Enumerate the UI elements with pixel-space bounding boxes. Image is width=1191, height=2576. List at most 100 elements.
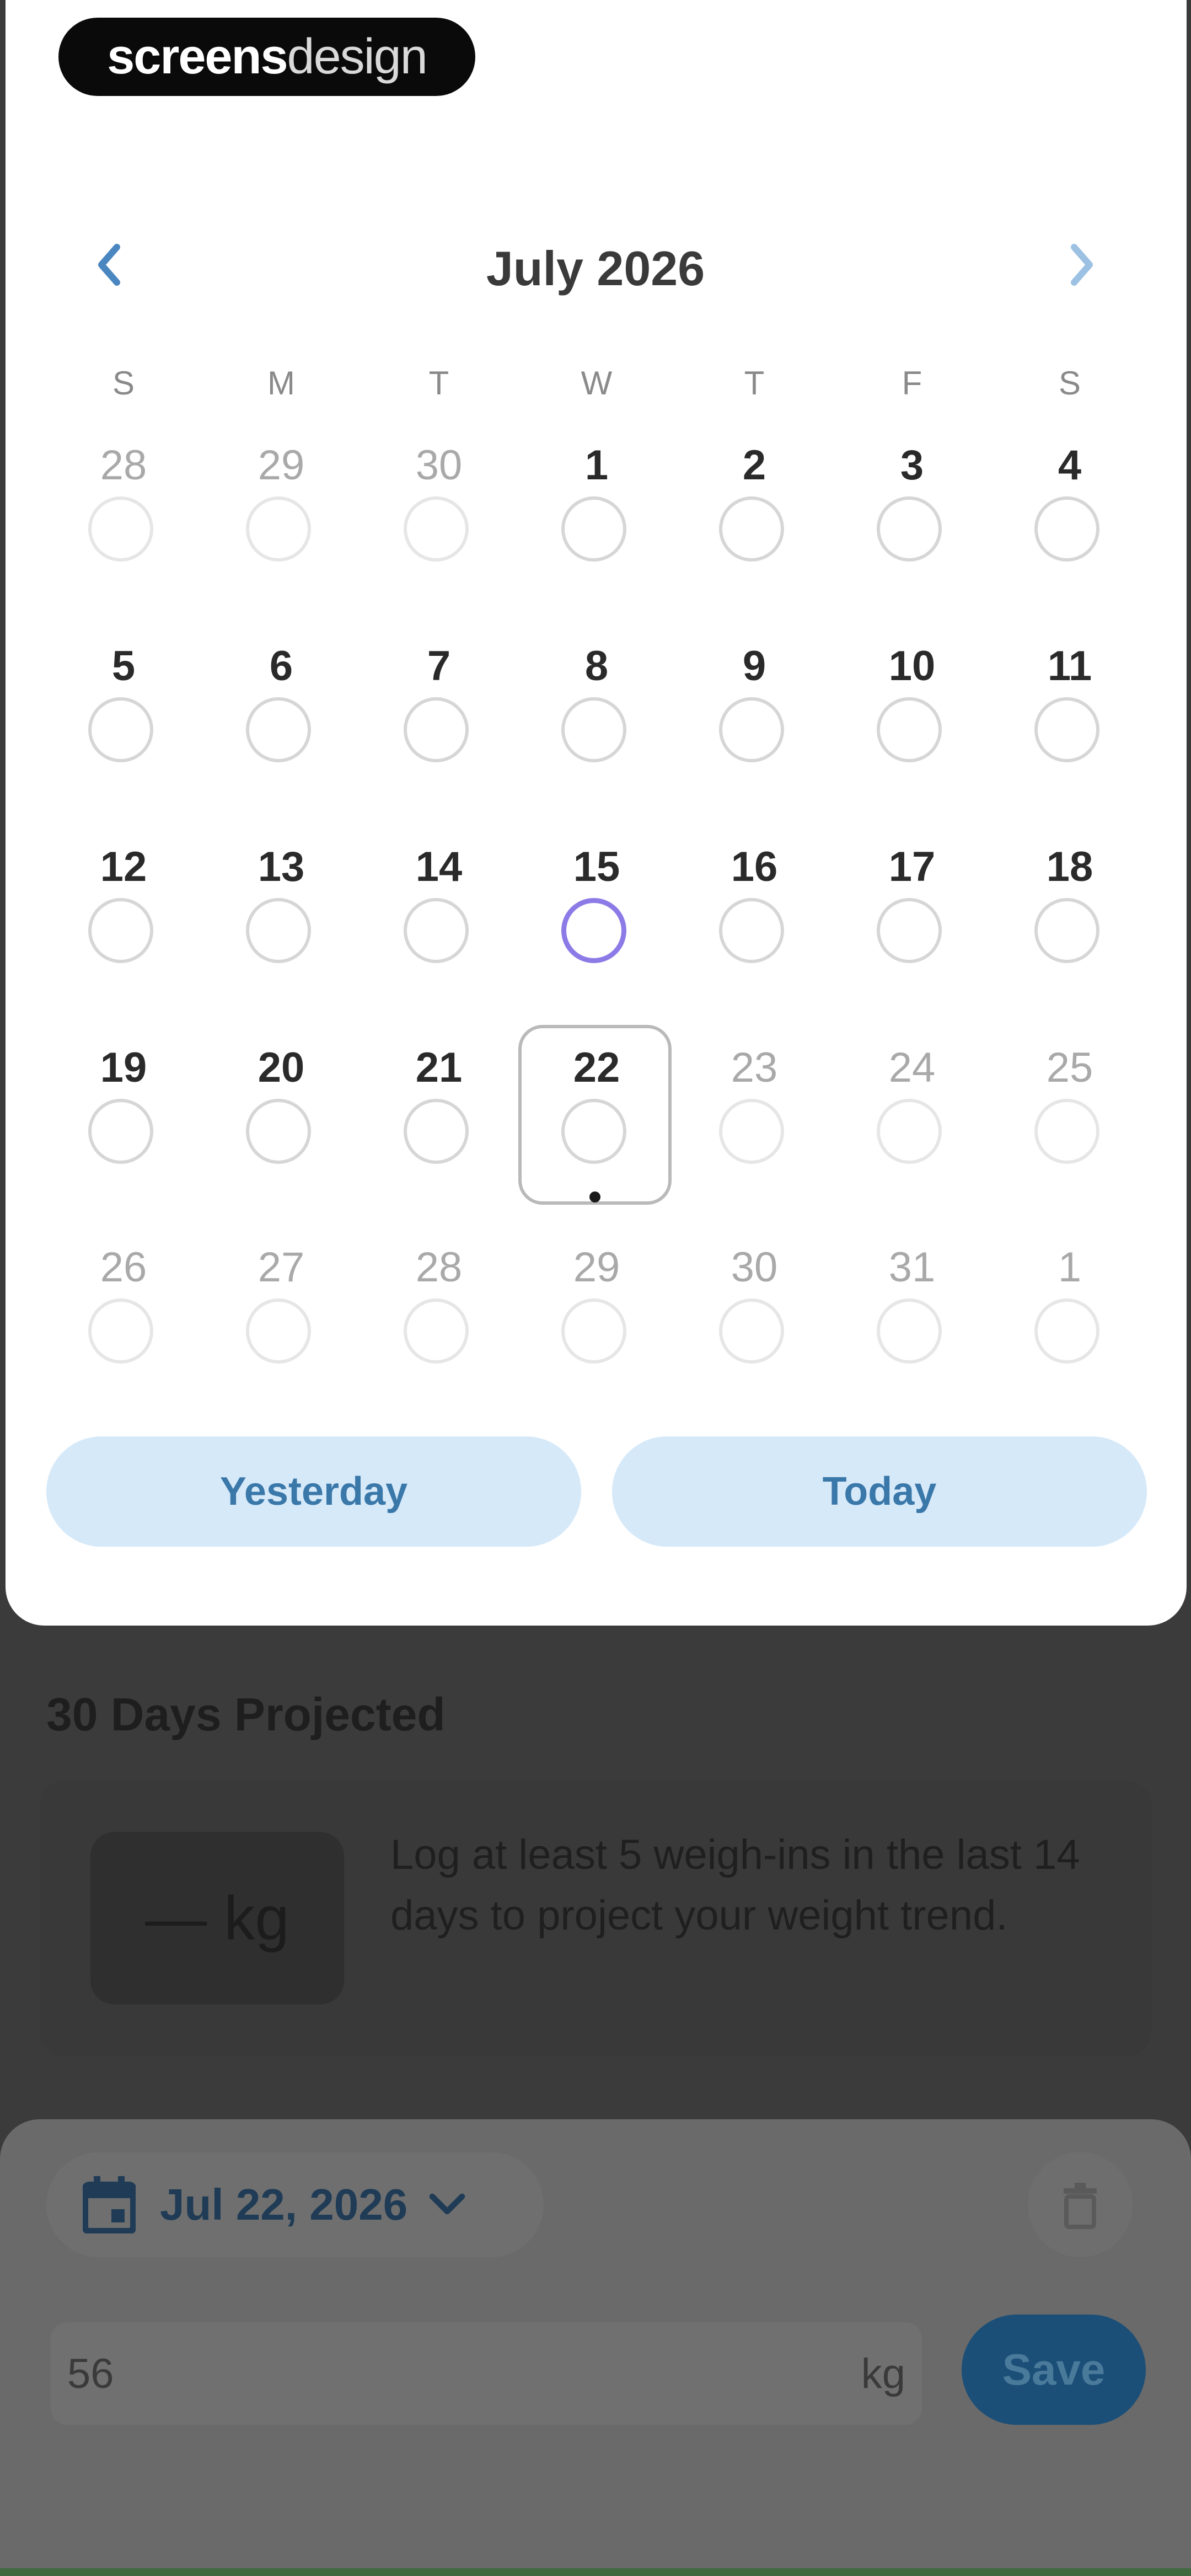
day-number: 14 <box>415 843 463 890</box>
day-progress-ring <box>246 697 311 762</box>
chevron-right-icon <box>1071 244 1093 286</box>
day-progress-ring <box>719 1099 784 1164</box>
calendar-day[interactable]: 27 <box>204 1243 358 1425</box>
day-progress-ring <box>561 496 626 562</box>
day-progress-ring <box>561 1298 626 1364</box>
day-number: 29 <box>573 1244 620 1291</box>
calendar-day[interactable]: 4 <box>993 441 1147 623</box>
day-number: 27 <box>257 1244 305 1291</box>
save-button[interactable]: Save <box>962 2315 1146 2425</box>
day-number: 24 <box>888 1044 936 1091</box>
calendar-day[interactable]: 1 <box>993 1243 1147 1425</box>
day-progress-ring <box>561 1099 626 1164</box>
calendar-day[interactable]: 10 <box>835 642 989 824</box>
day-progress-ring <box>877 1298 942 1364</box>
calendar-day[interactable]: 3 <box>835 441 989 623</box>
day-number: 31 <box>888 1244 936 1291</box>
day-progress-ring <box>246 898 311 963</box>
day-number: 2 <box>742 442 766 489</box>
calendar-day[interactable]: 29 <box>204 441 358 623</box>
calendar-day[interactable]: 9 <box>677 642 831 824</box>
day-number: 17 <box>888 843 936 890</box>
day-number: 10 <box>888 643 936 690</box>
day-progress-ring <box>561 697 626 762</box>
calendar-icon <box>83 2176 136 2233</box>
day-number: 15 <box>573 843 620 890</box>
date-chip[interactable]: Jul 22, 2026 <box>46 2152 544 2257</box>
day-number: 22 <box>573 1044 620 1091</box>
calendar-day[interactable]: 30 <box>362 441 516 623</box>
day-number: 19 <box>100 1044 147 1091</box>
day-progress-ring <box>719 697 784 762</box>
calendar-day[interactable]: 31 <box>835 1243 989 1425</box>
day-progress-ring <box>877 496 942 562</box>
calendar-day[interactable]: 14 <box>362 843 516 1025</box>
calendar-day[interactable]: 18 <box>993 843 1147 1025</box>
calendar-day[interactable]: 30 <box>677 1243 831 1425</box>
trash-icon <box>1064 2183 1097 2229</box>
day-number: 12 <box>100 843 147 890</box>
day-progress-ring <box>404 697 469 762</box>
weight-value: 56 <box>67 2350 114 2397</box>
day-number: 7 <box>427 643 451 690</box>
day-number: 13 <box>257 843 305 890</box>
calendar-day[interactable]: 6 <box>204 642 358 824</box>
day-progress-ring <box>877 898 942 963</box>
day-progress-ring <box>88 1099 153 1164</box>
weekday-label: T <box>428 365 449 402</box>
calendar-day[interactable]: 15 <box>519 843 674 1025</box>
day-progress-ring <box>246 496 311 562</box>
day-number: 11 <box>1047 643 1092 690</box>
calendar-day[interactable]: 7 <box>362 642 516 824</box>
day-number: 9 <box>742 643 766 690</box>
calendar-day[interactable]: 19 <box>46 1044 201 1226</box>
weekday-label: S <box>112 365 135 402</box>
day-number: 28 <box>100 442 147 489</box>
chevron-down-icon <box>429 2193 465 2215</box>
calendar-day[interactable]: 13 <box>204 843 358 1025</box>
calendar-day[interactable]: 16 <box>677 843 831 1025</box>
today-button[interactable]: Today <box>612 1436 1147 1547</box>
day-number: 21 <box>415 1044 463 1091</box>
calendar-day[interactable]: 11 <box>993 642 1147 824</box>
day-number: 30 <box>415 442 463 489</box>
calendar-day[interactable]: 12 <box>46 843 201 1025</box>
weight-unit: kg <box>861 2350 905 2397</box>
day-progress-ring <box>404 496 469 562</box>
day-number: 18 <box>1046 843 1093 890</box>
day-progress-ring <box>88 898 153 963</box>
day-progress-ring <box>1034 697 1099 762</box>
calendar-day[interactable]: 20 <box>204 1044 358 1226</box>
calendar-day[interactable]: 1 <box>519 441 674 623</box>
day-progress-ring <box>719 898 784 963</box>
weight-field[interactable]: 56 kg <box>51 2322 922 2425</box>
calendar-day[interactable]: 26 <box>46 1243 201 1425</box>
yesterday-button[interactable]: Yesterday <box>46 1436 581 1547</box>
calendar-day[interactable]: 23 <box>677 1044 831 1226</box>
day-progress-ring <box>719 1298 784 1364</box>
day-progress-ring <box>1034 496 1099 562</box>
day-number: 30 <box>731 1244 778 1291</box>
calendar-day[interactable]: 17 <box>835 843 989 1025</box>
bottom-edge <box>0 2568 1191 2576</box>
calendar-day[interactable]: 28 <box>46 441 201 623</box>
weekday-label: F <box>902 365 922 402</box>
calendar-day[interactable]: 2 <box>677 441 831 623</box>
day-number: 1 <box>584 442 609 489</box>
next-month-button[interactable] <box>1054 237 1109 292</box>
calendar-day[interactable]: 25 <box>993 1044 1147 1226</box>
calendar-day[interactable]: 21 <box>362 1044 516 1226</box>
calendar-day[interactable]: 24 <box>835 1044 989 1226</box>
weekday-label: M <box>267 365 295 402</box>
day-number: 3 <box>900 442 924 489</box>
calendar-day[interactable]: 28 <box>362 1243 516 1425</box>
calendar-day[interactable]: 5 <box>46 642 201 824</box>
delete-button[interactable] <box>1028 2152 1133 2257</box>
day-progress-ring <box>246 1099 311 1164</box>
day-progress-ring <box>561 898 626 963</box>
calendar-day[interactable]: 8 <box>519 642 674 824</box>
calendar-day[interactable]: 29 <box>519 1243 674 1425</box>
weekday-label: S <box>1058 365 1081 402</box>
day-number: 4 <box>1058 442 1082 489</box>
day-number: 28 <box>415 1244 463 1291</box>
